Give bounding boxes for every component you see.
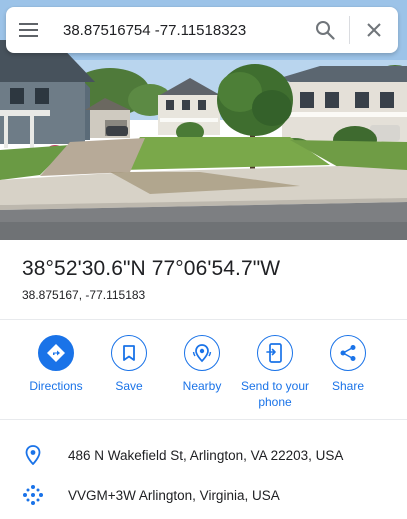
- bookmark-icon: [123, 345, 135, 361]
- nearby-icon: [192, 344, 212, 363]
- share-label: Share: [331, 379, 365, 393]
- send-to-phone-circle: [257, 335, 293, 371]
- decimal-coordinates: 38.875167, -77.115183: [22, 288, 146, 302]
- nearby-circle: [184, 335, 220, 371]
- save-label: Save: [115, 379, 143, 393]
- search-bar: [6, 7, 398, 53]
- divider: [0, 419, 407, 420]
- search-input[interactable]: [52, 21, 305, 39]
- search-icon: [316, 21, 335, 40]
- action-buttons: Directions Save Nearby Send to your phon…: [0, 335, 407, 415]
- nearby-label: Nearby: [182, 379, 222, 393]
- directions-icon: [47, 344, 65, 362]
- nearby-button[interactable]: Nearby: [162, 335, 242, 394]
- directions-circle: [38, 335, 74, 371]
- share-button[interactable]: Share: [308, 335, 388, 394]
- location-pin-icon: [25, 445, 41, 465]
- plus-code-text: VVGM+3W Arlington, Virginia, USA: [68, 487, 280, 503]
- address-text: 486 N Wakefield St, Arlington, VA 22203,…: [68, 447, 344, 463]
- send-to-phone-button[interactable]: Send to your phone: [235, 335, 315, 410]
- place-title: 38°52'30.6"N 77°06'54.7"W: [22, 257, 281, 280]
- address-row[interactable]: 486 N Wakefield St, Arlington, VA 22203,…: [0, 436, 407, 474]
- save-button[interactable]: Save: [89, 335, 169, 394]
- clear-search-button[interactable]: [354, 7, 394, 53]
- plus-code-icon: [23, 485, 43, 505]
- place-panel: 38°52'30.6"N 77°06'54.7"W 38.875167, -77…: [0, 240, 407, 519]
- close-icon: [367, 23, 381, 37]
- plus-code-row[interactable]: VVGM+3W Arlington, Virginia, USA: [0, 476, 407, 514]
- save-circle: [111, 335, 147, 371]
- menu-button[interactable]: [6, 7, 52, 53]
- divider: [0, 319, 407, 320]
- send-to-phone-icon: [266, 343, 282, 363]
- searchbar-divider: [349, 16, 350, 44]
- directions-button[interactable]: Directions: [16, 335, 96, 394]
- share-icon: [340, 345, 356, 361]
- search-button[interactable]: [305, 7, 345, 53]
- directions-label: Directions: [29, 379, 83, 393]
- send-to-phone-label: Send to your phone: [240, 379, 310, 409]
- hamburger-menu-icon: [19, 23, 38, 37]
- share-circle: [330, 335, 366, 371]
